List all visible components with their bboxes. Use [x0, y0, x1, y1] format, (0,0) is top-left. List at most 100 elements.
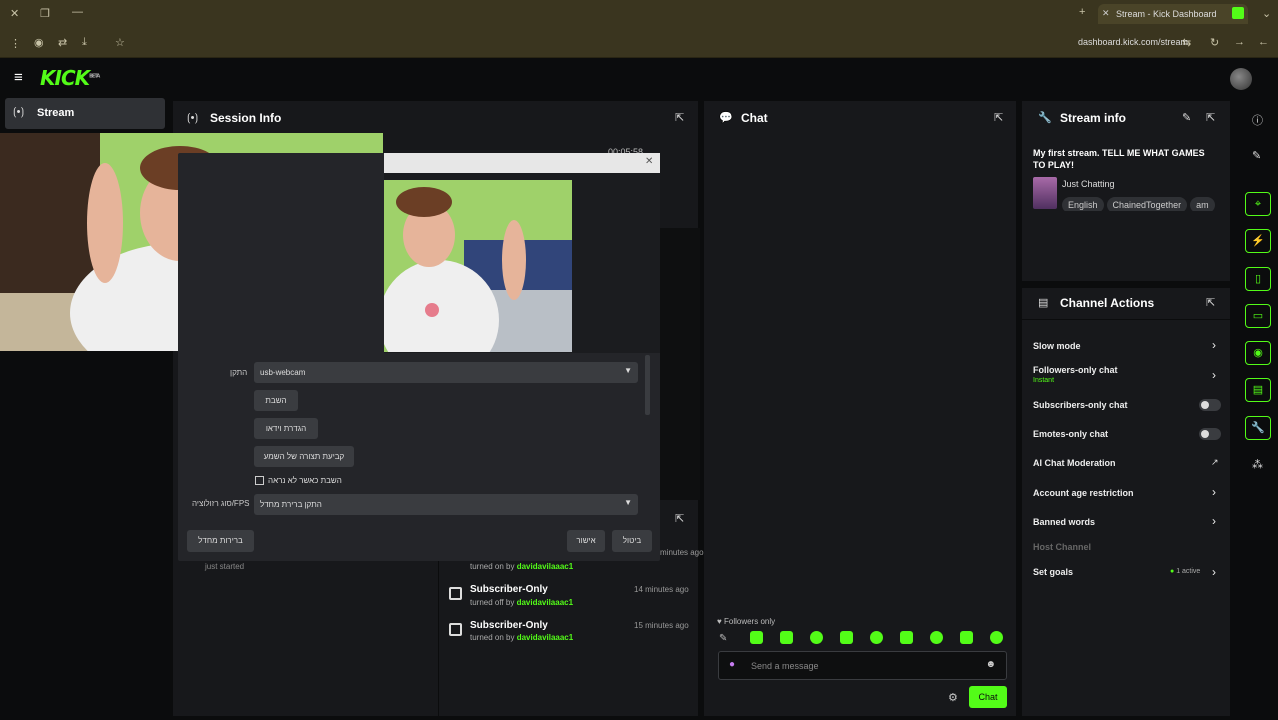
pencil-icon[interactable]: ✎ [1182, 111, 1191, 124]
rail-channel-icon[interactable]: ▤ [1245, 378, 1271, 402]
broadcast-icon: ⟮•⟯ [187, 112, 199, 124]
cancel-button[interactable]: ביטול [612, 530, 652, 552]
rail-broadcast-icon[interactable]: ◉ [1245, 341, 1271, 365]
pencil-icon[interactable]: ✎ [1252, 149, 1261, 162]
browser-tab[interactable]: ✕ Stream - Kick Dashboard [1098, 4, 1248, 24]
back-icon[interactable]: ← [1258, 36, 1269, 48]
extension-icon[interactable]: ◉ [34, 36, 44, 49]
chat-title: Chat [741, 111, 768, 125]
emote[interactable] [870, 631, 883, 644]
menu-icon[interactable]: ≡ [14, 69, 23, 86]
device-select[interactable]: usb-webcam ▼ [254, 362, 638, 383]
tab-menu-icon[interactable]: ⌄ [1262, 7, 1271, 20]
tag[interactable]: am [1190, 197, 1215, 211]
translate-icon[interactable]: ⇄ [58, 36, 67, 49]
send-chat-button[interactable]: Chat [969, 686, 1007, 708]
rail-session-icon[interactable]: ⌖ [1245, 192, 1271, 216]
external-link-icon[interactable]: ↗ [1211, 457, 1219, 468]
emote[interactable] [960, 631, 973, 644]
settings-icon[interactable]: ⚙ [948, 691, 958, 704]
emote[interactable] [780, 631, 793, 644]
ai-moderation-label[interactable]: AI Chat Moderation [1033, 458, 1116, 468]
device-label: התקן [230, 368, 248, 377]
close-icon[interactable]: ✕ [645, 156, 653, 167]
event-user[interactable]: davidavilaaac1 [517, 598, 573, 607]
logo-beta: BETA [89, 73, 100, 80]
set-goals-status: ● 1 active [1170, 568, 1200, 575]
video-settings-button[interactable]: הגדרת וידאו [254, 418, 318, 439]
chevron-right-icon[interactable]: › [1212, 485, 1216, 499]
emote[interactable] [930, 631, 943, 644]
address-bar[interactable]: dashboard.kick.com/stream [1078, 37, 1188, 47]
mic-icon[interactable]: ● [729, 659, 735, 670]
fps-select[interactable]: התקן ברירת מחדל ▼ [254, 494, 638, 515]
event-user[interactable]: davidavilaaac1 [517, 562, 573, 571]
set-goals-status-text: 1 active [1176, 568, 1201, 575]
new-tab-icon[interactable]: + [1079, 6, 1085, 18]
subscribers-only-toggle[interactable] [1199, 399, 1221, 411]
forward-icon[interactable]: → [1234, 36, 1245, 48]
emote-picker-icon[interactable]: ✎ [719, 633, 727, 644]
event-sub: turned on by davidavilaaac1 [470, 633, 573, 642]
rail-notes-icon[interactable]: ▯ [1245, 267, 1271, 291]
wrench-icon: 🔧 [1038, 112, 1052, 124]
defaults-button[interactable]: ברירות מחדל [187, 530, 254, 552]
fps-label: סוג רזולוציה/FPS [192, 499, 250, 508]
close-window-icon[interactable]: ✕ [10, 7, 19, 20]
rail-chat-icon[interactable]: ▭ [1245, 304, 1271, 328]
rail-extensions-icon[interactable]: ⁂ [1252, 458, 1263, 471]
tab-close-icon[interactable]: ✕ [1102, 8, 1110, 19]
chat-input[interactable]: ● Send a message ☻ [718, 651, 1007, 680]
tag[interactable]: English [1062, 197, 1104, 211]
event-user[interactable]: davidavilaaac1 [517, 633, 573, 642]
kick-logo[interactable]: KICKBETA [40, 66, 100, 90]
reload-icon[interactable]: ↻ [1210, 36, 1219, 49]
configure-audio-button[interactable]: קביעת תצורה של השמע [254, 446, 354, 467]
emote[interactable] [810, 631, 823, 644]
dialog-scrollbar[interactable] [645, 355, 650, 415]
emote[interactable] [750, 631, 763, 644]
popout-icon[interactable]: ⇱ [1206, 296, 1215, 309]
divider [1022, 319, 1230, 320]
smile-icon[interactable]: ☻ [985, 659, 996, 670]
download-icon[interactable]: ⤓ [82, 36, 87, 49]
emote[interactable] [840, 631, 853, 644]
device-select-value: usb-webcam [260, 368, 306, 377]
minimize-window-icon[interactable]: — [72, 6, 83, 18]
disable-button[interactable]: השבת [254, 390, 298, 411]
set-goals-label[interactable]: Set goals [1033, 567, 1073, 577]
followers-only-chat-label[interactable]: Followers-only chat [1033, 365, 1118, 375]
chevron-right-icon[interactable]: › [1212, 338, 1216, 352]
sidebar-item-stream[interactable]: ⟮•⟯ Stream [5, 98, 165, 129]
account-age-label[interactable]: Account age restriction [1033, 488, 1134, 498]
tag[interactable]: ChainedTogether [1106, 197, 1188, 211]
chevron-right-icon[interactable]: › [1212, 514, 1216, 528]
banned-words-label[interactable]: Banned words [1033, 517, 1095, 527]
dialog-webcam-preview [384, 180, 572, 352]
category-thumbnail[interactable] [1033, 177, 1057, 209]
info-icon[interactable]: ⓘ [1252, 112, 1263, 128]
session-status: just started [205, 562, 245, 571]
subscribers-only-chat-label: Subscribers-only chat [1033, 400, 1128, 410]
emote[interactable] [990, 631, 1003, 644]
stream-info-title: Stream info [1060, 111, 1127, 125]
restore-window-icon[interactable]: ❐ [40, 7, 50, 20]
popout-icon[interactable]: ⇱ [994, 111, 1003, 124]
popout-icon[interactable]: ⇱ [1206, 111, 1215, 124]
kebab-menu-icon[interactable]: ⋮ [10, 37, 21, 50]
slow-mode-label[interactable]: Slow mode [1033, 341, 1081, 351]
category-name[interactable]: Just Chatting [1062, 179, 1115, 189]
emote[interactable] [900, 631, 913, 644]
channel-icon: ▤ [1038, 297, 1049, 309]
rail-activity-icon[interactable]: ⚡ [1245, 229, 1271, 253]
hide-when-inactive-checkbox[interactable] [255, 476, 264, 485]
popout-icon[interactable]: ⇱ [675, 111, 684, 124]
rail-wrench-icon[interactable]: 🔧 [1245, 416, 1271, 440]
bookmark-star-icon[interactable]: ☆ [115, 36, 125, 49]
popout-icon[interactable]: ⇱ [675, 512, 684, 525]
emotes-only-toggle[interactable] [1199, 428, 1221, 440]
chevron-right-icon[interactable]: › [1212, 565, 1216, 579]
ok-button[interactable]: אישור [567, 530, 605, 552]
avatar[interactable] [1230, 68, 1252, 90]
chevron-right-icon[interactable]: › [1212, 368, 1216, 382]
